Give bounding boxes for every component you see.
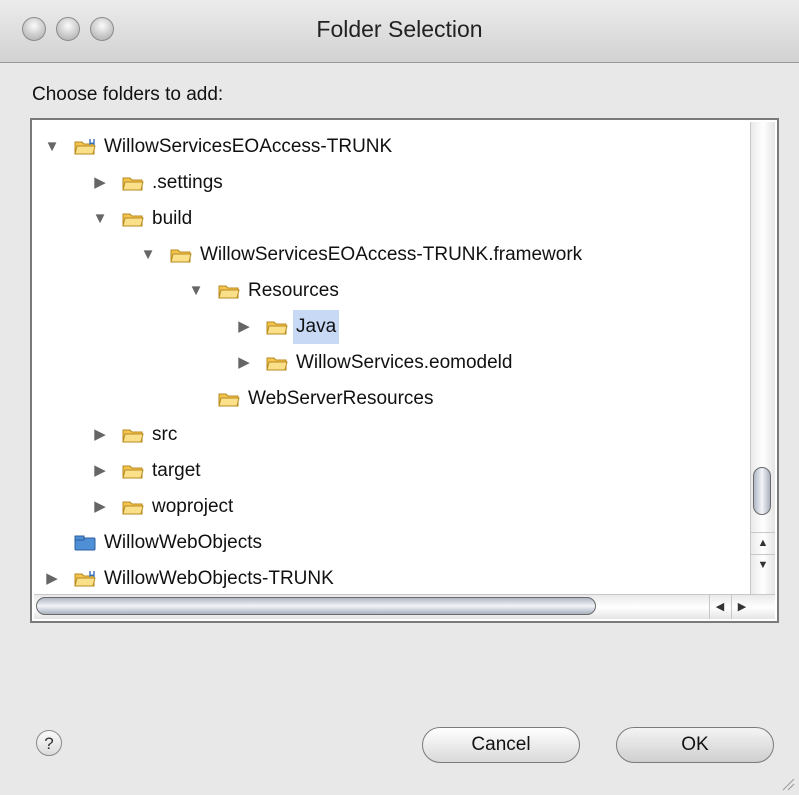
tree-item-label: woproject (152, 496, 234, 517)
disclosure-triangle-expanded-icon[interactable]: ▼ (140, 238, 156, 272)
vertical-scroll-thumb[interactable] (753, 467, 771, 515)
tree-item-label: WillowServices.eomodeld (296, 352, 513, 373)
disclosure-triangle-expanded-icon[interactable]: ▼ (188, 274, 204, 308)
tree-item-label: WillowServicesEOAccess-TRUNK.framework (200, 244, 583, 265)
scroll-down-arrow-icon[interactable]: ▼ (751, 554, 775, 575)
tree-item-label: Java (293, 310, 340, 344)
tree-item-label: .settings (152, 172, 223, 193)
ok-button[interactable]: OK (616, 727, 774, 763)
tree-item-label: WebServerResources (248, 388, 434, 409)
tree-item-label: WillowWebObjects (104, 532, 263, 553)
resize-grip-icon[interactable] (781, 777, 795, 791)
disclosure-triangle-collapsed-icon[interactable]: ▶ (236, 346, 252, 380)
disclosure-triangle-collapsed-icon[interactable]: ▶ (92, 490, 108, 524)
disclosure-triangle-collapsed-icon[interactable]: ▶ (92, 454, 108, 488)
disclosure-triangle-expanded-icon[interactable]: ▼ (92, 202, 108, 236)
disclosure-triangle-collapsed-icon[interactable]: ▶ (236, 310, 252, 344)
scroll-right-arrow-icon[interactable]: ▶ (731, 595, 752, 619)
disclosure-triangle-collapsed-icon[interactable]: ▶ (92, 166, 108, 200)
horizontal-scroll-thumb[interactable] (36, 597, 596, 615)
folder-selection-dialog: Folder Selection Choose folders to add: … (0, 0, 799, 795)
tree-item-label: src (152, 424, 178, 445)
tree-item-label: Resources (248, 280, 339, 301)
folder-tree[interactable]: ▼ WillowServicesEOAccess-TRUNK ▶ .settings ▼… (30, 118, 779, 623)
cancel-button[interactable]: Cancel (422, 727, 580, 763)
title-bar: Folder Selection (0, 0, 799, 63)
prompt-label: Choose folders to add: (32, 84, 224, 105)
scroll-up-arrow-icon[interactable]: ▲ (751, 532, 775, 553)
tree-item-label: build (152, 208, 193, 229)
scroll-left-arrow-icon[interactable]: ◀ (709, 595, 730, 619)
tree-item-label: target (152, 460, 201, 481)
tree-item-label: WillowServicesEOAccess-TRUNK (104, 136, 393, 157)
vertical-scrollbar[interactable]: ▲ ▼ (750, 122, 775, 598)
disclosure-triangle-expanded-icon[interactable]: ▼ (44, 130, 60, 164)
disclosure-triangle-collapsed-icon[interactable]: ▶ (44, 562, 60, 596)
window-title: Folder Selection (316, 16, 483, 42)
tree-item-label: WillowWebObjects-TRUNK (104, 568, 334, 589)
horizontal-scrollbar[interactable]: ◀ ▶ (34, 594, 775, 619)
disclosure-triangle-collapsed-icon[interactable]: ▶ (92, 418, 108, 452)
help-button[interactable]: ? (36, 730, 62, 756)
